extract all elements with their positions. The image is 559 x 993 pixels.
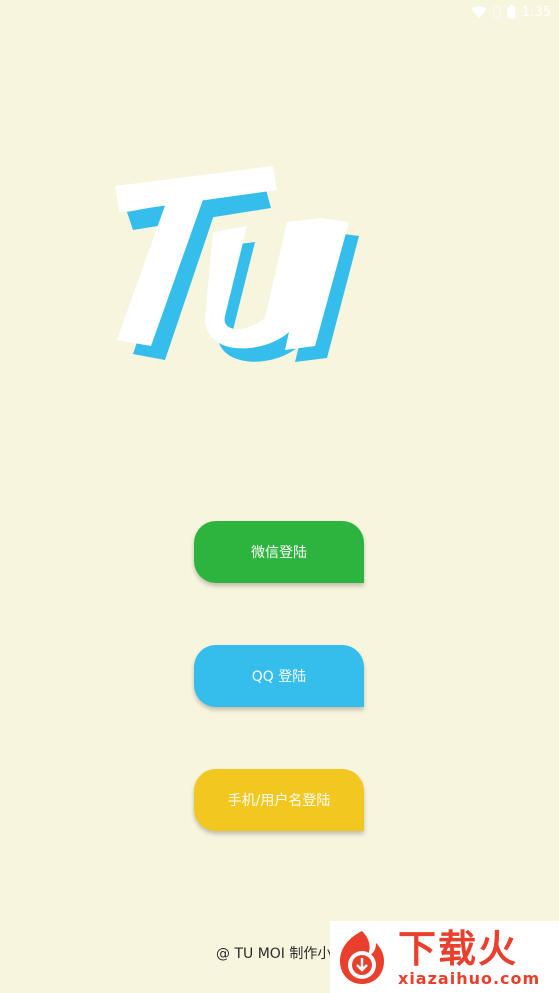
watermark-subtitle: xiazaihuo.com xyxy=(398,969,541,988)
phone-username-login-label: 手机/用户名登陆 xyxy=(227,793,331,809)
status-bar: 1:35 xyxy=(0,0,559,24)
wifi-icon xyxy=(470,5,487,19)
watermark-logo-icon xyxy=(340,931,384,984)
footer-credit: @ TU MOI 制作小 xyxy=(216,946,332,962)
watermark: 下载火 xiazaihuo.com xyxy=(330,921,559,993)
phone-username-login-button[interactable]: 手机/用户名登陆 xyxy=(194,769,364,831)
signal-icon xyxy=(493,6,501,19)
wechat-login-label: 微信登陆 xyxy=(251,545,307,561)
qq-login-label: QQ 登陆 xyxy=(251,669,307,685)
wechat-login-button[interactable]: 微信登陆 xyxy=(194,521,364,583)
qq-login-button[interactable]: QQ 登陆 xyxy=(194,645,364,707)
battery-icon xyxy=(507,5,516,19)
status-time: 1:35 xyxy=(521,4,551,20)
app-logo xyxy=(105,160,370,370)
watermark-title: 下载火 xyxy=(398,927,519,971)
